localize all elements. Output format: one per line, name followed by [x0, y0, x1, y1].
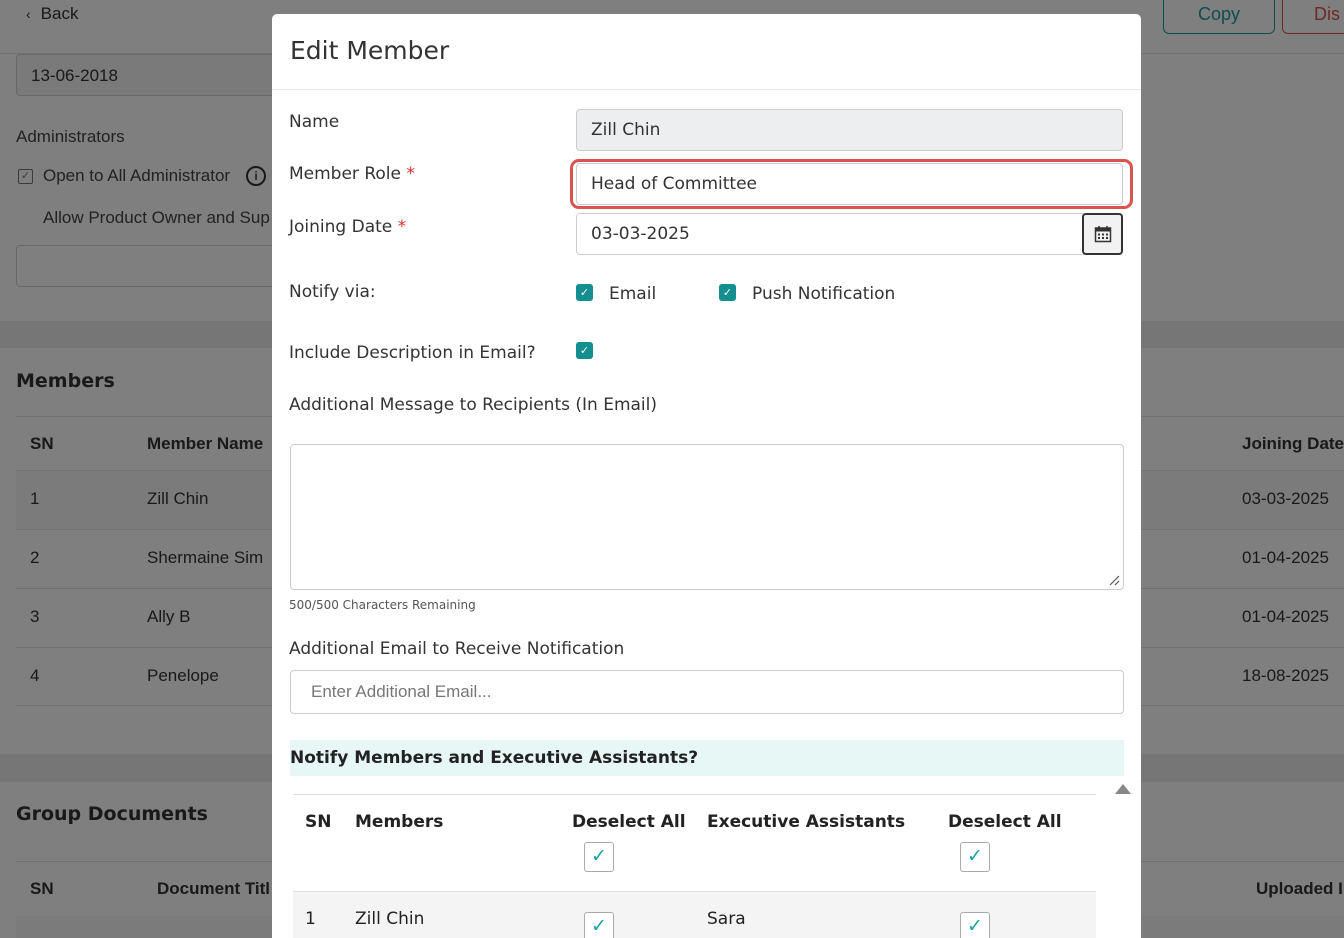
notify-via-label: Notify via:: [289, 282, 376, 302]
additional-message-label: Additional Message to Recipients (In Ema…: [289, 395, 657, 415]
member-notify-checkbox[interactable]: ✓: [584, 912, 614, 938]
required-mark: *: [406, 164, 415, 184]
email-checkbox[interactable]: ✓: [576, 284, 593, 301]
col-members: Members: [355, 812, 444, 832]
member-role-input[interactable]: Head of Committee: [576, 163, 1123, 205]
push-option-label: Push Notification: [752, 284, 896, 304]
select-all-members-checkbox[interactable]: ✓: [584, 842, 614, 872]
select-all-assistants-checkbox[interactable]: ✓: [960, 842, 990, 872]
email-option-label: Email: [609, 284, 657, 304]
joining-date-input[interactable]: 03-03-2025: [576, 213, 1086, 255]
joining-date-label-text: Joining Date: [289, 217, 393, 237]
notify-table: SN Members Deselect All Executive Assist…: [293, 794, 1096, 938]
row-member: Zill Chin: [355, 909, 425, 929]
table-row: 1 Zill Chin ✓ Sara ✓: [293, 891, 1096, 938]
include-description-checkbox[interactable]: ✓: [576, 342, 593, 359]
required-mark: *: [397, 217, 407, 237]
deselect-all-members[interactable]: Deselect All: [572, 812, 686, 832]
assistant-notify-checkbox[interactable]: ✓: [960, 912, 990, 938]
additional-email-label: Additional Email to Receive Notification: [289, 639, 625, 659]
additional-email-input[interactable]: Enter Additional Email...: [290, 670, 1124, 714]
row-assistant: Sara: [707, 909, 746, 929]
resize-handle-icon[interactable]: [1108, 574, 1120, 586]
notify-table-header: SN Members Deselect All Executive Assist…: [293, 794, 1096, 891]
additional-message-textarea[interactable]: [290, 444, 1124, 590]
member-role-label: Member Role *: [289, 164, 415, 184]
chars-remaining: 500/500 Characters Remaining: [289, 598, 476, 612]
col-sn: SN: [305, 812, 332, 832]
modal-header: Edit Member: [272, 14, 1141, 90]
name-label: Name: [289, 112, 340, 132]
scroll-up-arrow-icon[interactable]: [1115, 784, 1131, 794]
joining-date-label: Joining Date *: [289, 217, 406, 237]
include-description-label: Include Description in Email?: [289, 343, 536, 363]
calendar-button[interactable]: [1082, 213, 1123, 255]
push-notification-checkbox[interactable]: ✓: [719, 284, 736, 301]
name-field: Zill Chin: [576, 109, 1123, 151]
modal-title: Edit Member: [290, 36, 450, 65]
col-executive-assistants: Executive Assistants: [707, 812, 906, 832]
deselect-all-assistants[interactable]: Deselect All: [948, 812, 1062, 832]
notify-section-title: Notify Members and Executive Assistants?: [290, 740, 1124, 776]
row-sn: 1: [305, 909, 316, 929]
edit-member-modal: Edit Member Name Zill Chin Member Role *…: [272, 14, 1141, 938]
member-role-label-text: Member Role: [289, 164, 401, 184]
calendar-icon: [1094, 226, 1111, 243]
